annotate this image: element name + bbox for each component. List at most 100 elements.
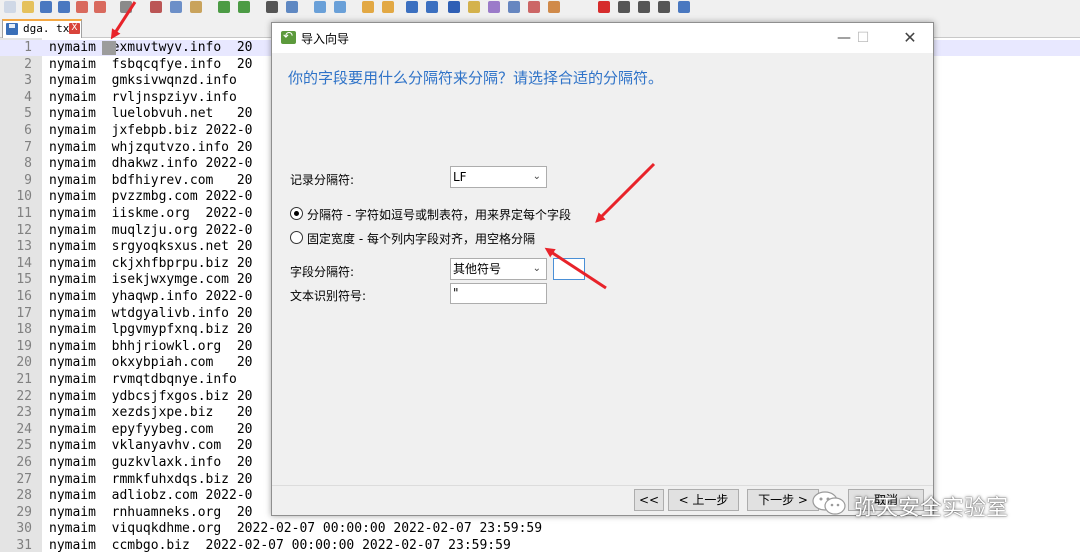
run-macro-multiple-icon[interactable] <box>658 1 670 13</box>
indent-guide-icon[interactable] <box>448 1 460 13</box>
saved-file-icon <box>6 23 18 35</box>
line-number: 24 <box>16 421 32 437</box>
line-text: nymaim gmksivwqnzd.info <box>49 73 237 89</box>
text-qualifier-input[interactable]: " <box>450 283 547 304</box>
toolbar <box>0 0 1080 16</box>
record-macro-icon[interactable] <box>598 1 610 13</box>
close-icon[interactable]: ✕ <box>892 27 928 49</box>
dialog-body: 你的字段要用什么分隔符来分隔？请选择合适的分隔符。 记录分隔符: LF ⌄ 分隔… <box>272 53 933 485</box>
line-text: nymaim viquqkdhme.org 2022-02-07 00:00:0… <box>49 521 543 537</box>
custom-delimiter-input[interactable] <box>553 258 585 280</box>
line-number: 30 <box>16 521 32 537</box>
replace-icon[interactable] <box>286 1 298 13</box>
show-all-chars-icon[interactable] <box>426 1 438 13</box>
line-number: 3 <box>24 73 32 89</box>
undo-icon[interactable] <box>218 1 230 13</box>
line-text: nymaim fsbqcqfye.info 20 <box>49 56 253 72</box>
sync-h-icon[interactable] <box>382 1 394 13</box>
line-number: 20 <box>16 355 32 371</box>
new-file-icon[interactable] <box>4 1 16 13</box>
doc-map-icon[interactable] <box>488 1 500 13</box>
paste-icon[interactable] <box>190 1 202 13</box>
line-number: 1 <box>24 40 32 55</box>
monitoring-icon[interactable] <box>548 1 560 13</box>
line-text: nymaim rvmqtdbqnye.info <box>49 372 237 387</box>
save-icon[interactable] <box>40 1 52 13</box>
play-macro-icon[interactable] <box>638 1 650 13</box>
line-text: nymaim lpgvmypfxnq.biz 20 <box>49 322 253 338</box>
line-number: 22 <box>16 388 32 404</box>
tab-dga-txt[interactable]: dga. txt X <box>2 19 82 38</box>
line-text: nymaim rnhuamneks.org 20 <box>49 504 253 520</box>
line-text: nymaim rmmkfuhxdqs.biz 20 <box>49 471 253 487</box>
line-number: 5 <box>24 106 32 122</box>
line-number: 6 <box>24 123 32 138</box>
maximize-icon[interactable]: ☐ <box>845 27 881 49</box>
line-number: 28 <box>16 488 32 504</box>
line-number: 8 <box>24 156 32 172</box>
line-number: 21 <box>16 372 32 387</box>
find-icon[interactable] <box>266 1 278 13</box>
record-delimiter-value: LF <box>453 170 467 184</box>
line-text: nymaim bdfhiyrev.com 20 <box>49 172 253 188</box>
function-list-icon[interactable] <box>508 1 520 13</box>
first-step-button[interactable]: << <box>634 489 664 511</box>
dialog-title-bar[interactable]: 导入向导 — ☐ ✕ <box>272 23 933 53</box>
import-wizard-dialog: 导入向导 — ☐ ✕ 你的字段要用什么分隔符来分隔？请选择合适的分隔符。 记录分… <box>271 22 934 516</box>
wizard-icon <box>281 29 296 44</box>
line-number: 9 <box>24 172 32 188</box>
line-text: nymaim xezdsjxpe.biz 20 <box>49 405 253 421</box>
field-delimiter-label: 字段分隔符: <box>290 265 355 279</box>
line-text: nymaim ccmbgo.biz 2022-02-07 00:00:00 20… <box>49 538 511 552</box>
sync-v-icon[interactable] <box>362 1 374 13</box>
delimited-radio[interactable] <box>290 207 303 220</box>
stop-macro-icon[interactable] <box>618 1 630 13</box>
field-delimiter-select[interactable]: 其他符号 ⌄ <box>450 258 547 280</box>
language-icon[interactable] <box>468 1 480 13</box>
next-step-button[interactable]: 下一步 > <box>747 489 819 511</box>
line-text: nymaim vklanyavhv.com 20 <box>49 438 253 454</box>
close-all-icon[interactable] <box>94 1 106 13</box>
line-text: nymaim adliobz.com 2022-0 <box>49 488 253 504</box>
code-line[interactable]: 30 nymaim viquqkdhme.org 2022-02-07 00:00… <box>0 521 1080 537</box>
save-all-icon[interactable] <box>58 1 70 13</box>
line-number: 26 <box>16 455 32 470</box>
line-number: 25 <box>16 438 32 454</box>
save-macro-icon[interactable] <box>678 1 690 13</box>
line-text: nymaim muqlzju.org 2022-0 <box>49 222 253 238</box>
copy-icon[interactable] <box>170 1 182 13</box>
line-number: 27 <box>16 471 32 487</box>
line-text: nymaim jxfebpb.biz 2022-0 <box>49 123 253 138</box>
close-file-icon[interactable] <box>76 1 88 13</box>
line-number: 11 <box>16 206 32 221</box>
chevron-down-icon: ⌄ <box>532 263 541 274</box>
line-text: nymaim isekjwxymge.com 20 <box>49 272 253 288</box>
line-number: 12 <box>16 222 32 238</box>
line-number: 13 <box>16 239 32 255</box>
line-number: 29 <box>16 504 32 520</box>
delimited-option-label[interactable]: 分隔符 - 字符如逗号或制表符，用来界定每个字段 <box>307 206 571 223</box>
line-number: 19 <box>16 338 32 354</box>
record-delimiter-select[interactable]: LF ⌄ <box>450 166 547 188</box>
line-text: nymaim bhhjriowkl.org 20 <box>49 338 253 354</box>
cursor-selection <box>102 41 116 55</box>
folder-workspace-icon[interactable] <box>528 1 540 13</box>
code-line[interactable]: 31 nymaim ccmbgo.biz 2022-02-07 00:00:00 … <box>0 538 1080 552</box>
line-number: 10 <box>16 189 32 205</box>
word-wrap-icon[interactable] <box>406 1 418 13</box>
line-number: 15 <box>16 272 32 288</box>
line-number: 17 <box>16 305 32 321</box>
cut-icon[interactable] <box>150 1 162 13</box>
fixed-width-radio[interactable] <box>290 231 303 244</box>
line-number: 31 <box>16 538 32 552</box>
previous-step-button[interactable]: < 上一步 <box>668 489 739 511</box>
redo-icon[interactable] <box>238 1 250 13</box>
step-heading: 你的字段要用什么分隔符来分隔？请选择合适的分隔符。 <box>288 69 664 87</box>
close-tab-icon[interactable]: X <box>69 23 80 34</box>
print-icon[interactable] <box>120 1 132 13</box>
zoom-out-icon[interactable] <box>334 1 346 13</box>
fixed-width-option-label[interactable]: 固定宽度 - 每个列内字段对齐，用空格分隔 <box>307 230 535 247</box>
line-number: 7 <box>24 139 32 155</box>
zoom-in-icon[interactable] <box>314 1 326 13</box>
open-file-icon[interactable] <box>22 1 34 13</box>
